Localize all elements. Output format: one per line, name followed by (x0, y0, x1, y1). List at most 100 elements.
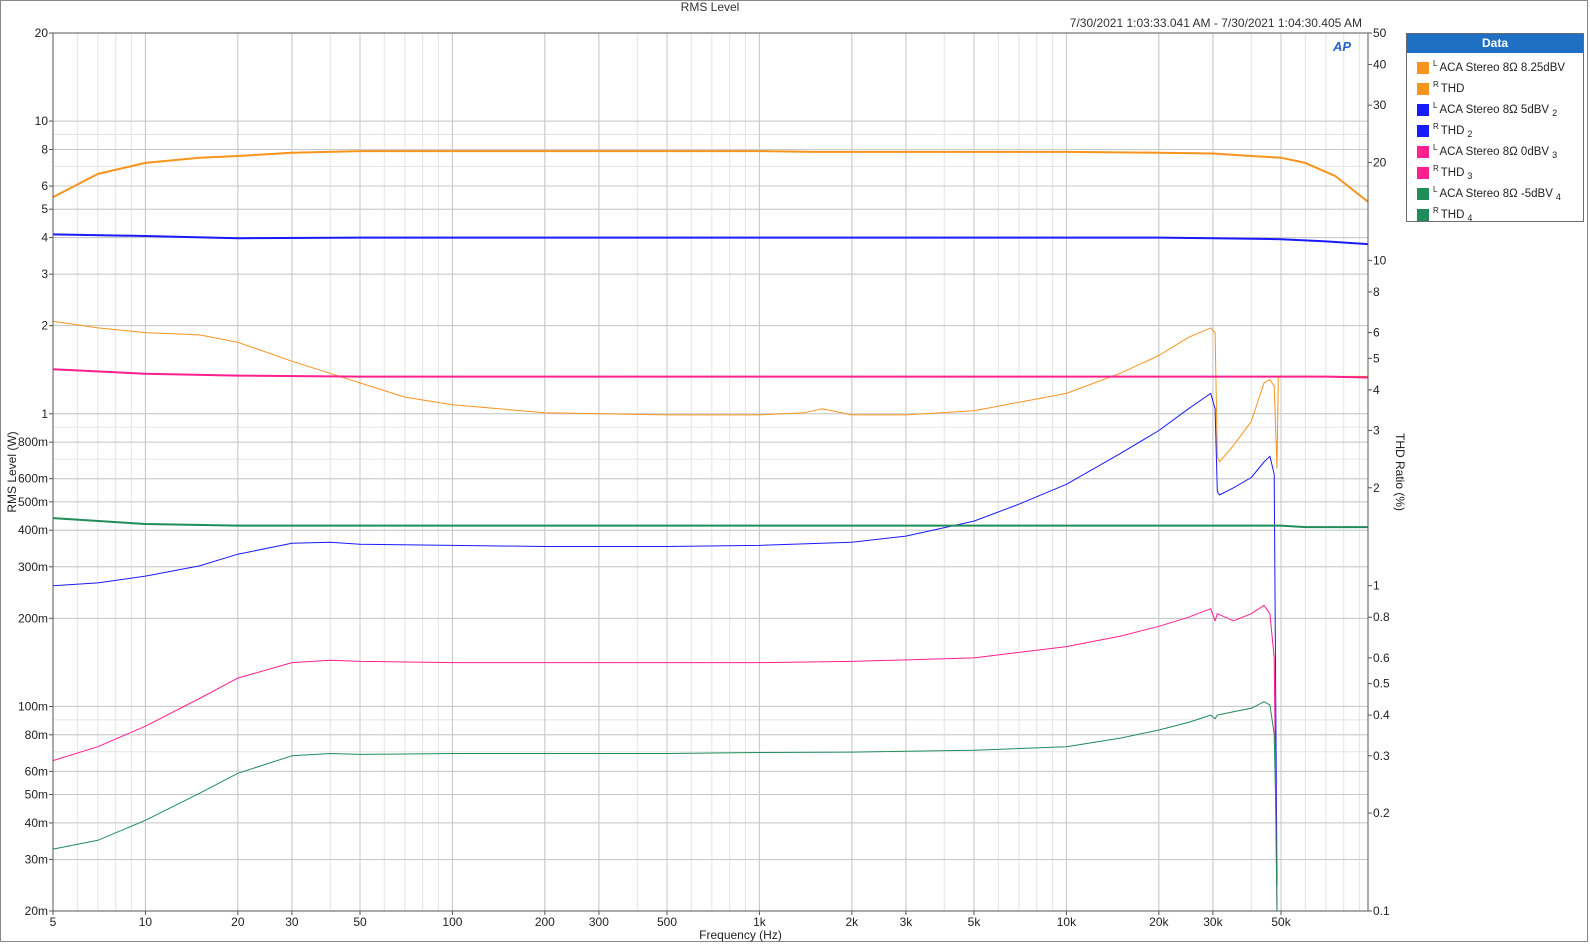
legend-title: Data (1407, 34, 1583, 53)
y-tick-label: 5 (41, 202, 48, 216)
legend-item: R THD 2 (1407, 116, 1583, 139)
y-tick-label: 20m (25, 904, 48, 918)
x-tick-label: 10 (139, 915, 153, 929)
y2-tick-label: 0.3 (1373, 749, 1390, 763)
legend-label: ACA Stereo 8Ω 8.25dBV (1439, 61, 1566, 74)
y-tick-label: 20 (35, 26, 49, 40)
y-tick-label: 100m (18, 699, 48, 713)
legend: Data L ACA Stereo 8Ω 8.25dBV R THD L ACA Ster… (1406, 33, 1584, 224)
legend-swatch (1417, 145, 1429, 158)
legend-swatch (1417, 61, 1429, 74)
legend-swatch (1417, 208, 1429, 221)
y2-tick-label: 50 (1373, 26, 1387, 40)
x-tick-label: 3k (900, 915, 914, 929)
x-tick-label: 30k (1203, 915, 1223, 929)
y2-tick-label: 5 (1373, 351, 1380, 365)
legend-channel: R (1433, 206, 1439, 215)
x-tick-label: 50k (1271, 915, 1291, 929)
y2-tick-label: 3 (1373, 423, 1380, 437)
x-tick-label: 300 (589, 915, 609, 929)
rms-level-chart: 5 10 20 30 50 100 200 300 500 1k 2k 3k 5k 10k 20k 30k 50… (5, 26, 1407, 942)
y-tick-label: 500m (18, 495, 48, 509)
legend-swatch (1417, 124, 1429, 137)
legend-label: ACA Stereo 8Ω 0dBV (1439, 145, 1550, 158)
x-tick-label: 100 (442, 915, 462, 929)
y2-tick-label: 0.1 (1373, 904, 1390, 918)
legend-channel: R (1433, 80, 1439, 89)
y-tick-label: 400m (18, 523, 48, 537)
y2-tick-label: 4 (1373, 383, 1380, 397)
y2-tick-label: 6 (1373, 326, 1380, 340)
y-tick-label: 1 (41, 407, 48, 421)
y2-tick-label: 0.6 (1373, 651, 1390, 665)
legend-suffix: 4 (1467, 213, 1473, 224)
legend-channel: L (1433, 101, 1438, 110)
legend-label: THD (1440, 82, 1465, 95)
x-tick-label: 1k (753, 915, 767, 929)
x-tick-label: 5 (50, 915, 57, 929)
plot-area (53, 33, 1368, 911)
x-axis-label: Frequency (Hz) (699, 928, 782, 942)
x-tick-label: 5k (968, 915, 982, 929)
legend-label: ACA Stereo 8Ω 5dBV (1439, 103, 1550, 116)
legend-swatch (1417, 187, 1429, 200)
y-tick-label: 10 (35, 114, 49, 128)
x-tick-label: 30 (285, 915, 299, 929)
y2-tick-label: 30 (1373, 98, 1387, 112)
legend-label: ACA Stereo 8Ω -5dBV (1439, 187, 1553, 200)
legend-item: L ACA Stereo 8Ω 8.25dBV (1407, 53, 1583, 74)
y2-tick-label: 0.2 (1373, 806, 1390, 820)
y2-tick-label: 0.8 (1373, 610, 1390, 624)
y-tick-label: 80m (25, 728, 48, 742)
y2-axis-label: THD Ratio (%) (1393, 433, 1407, 511)
y2-tick-label: 10 (1373, 253, 1387, 267)
legend-item: R THD 4 (1407, 200, 1583, 224)
legend-channel: R (1433, 122, 1439, 131)
legend-item: L ACA Stereo 8Ω 0dBV 3 (1407, 137, 1583, 160)
x-tick-label: 10k (1057, 915, 1077, 929)
legend-swatch (1417, 103, 1429, 116)
y2-tick-label: 40 (1373, 58, 1387, 72)
y-tick-label: 600m (18, 472, 48, 486)
legend-item: L ACA Stereo 8Ω 5dBV 2 (1407, 95, 1583, 118)
y-axis-label: RMS Level (W) (5, 431, 19, 512)
y2-tick-label: 0.5 (1373, 677, 1390, 691)
legend-channel: L (1433, 143, 1438, 152)
y-tick-label: 300m (18, 560, 48, 574)
x-tick-label: 20 (231, 915, 245, 929)
x-tick-label: 20k (1149, 915, 1169, 929)
y-tick-label: 60m (25, 764, 48, 778)
legend-channel: L (1433, 59, 1438, 68)
legend-item: R THD (1407, 74, 1583, 95)
y-tick-label: 2 (41, 319, 48, 333)
legend-channel: L (1433, 185, 1438, 194)
legend-item: R THD 3 (1407, 158, 1583, 181)
legend-item: L ACA Stereo 8Ω -5dBV 4 (1407, 179, 1583, 202)
y-tick-label: 3 (41, 267, 48, 281)
y-tick-label: 50m (25, 788, 48, 802)
ap-logo: AP (1333, 39, 1352, 54)
legend-items: L ACA Stereo 8Ω 8.25dBV R THD L ACA Stereo 8Ω… (1407, 53, 1583, 224)
x-tick-label: 2k (846, 915, 860, 929)
legend-channel: R (1433, 164, 1439, 173)
y-tick-label: 40m (25, 816, 48, 830)
y-tick-label: 30m (25, 852, 48, 866)
legend-label: THD (1440, 166, 1465, 179)
y2-tick-label: 8 (1373, 285, 1380, 299)
legend-swatch (1417, 166, 1429, 179)
x-tick-label: 200 (535, 915, 555, 929)
y2-tick-label: 20 (1373, 155, 1387, 169)
legend-label: THD (1440, 124, 1465, 137)
y-tick-label: 200m (18, 611, 48, 625)
x-tick-label: 50 (353, 915, 367, 929)
legend-label: THD (1440, 208, 1465, 221)
y2-tick-label: 2 (1373, 481, 1380, 495)
y-tick-label: 4 (41, 231, 48, 245)
legend-swatch (1417, 82, 1429, 95)
y-tick-label: 8 (41, 142, 48, 156)
y2-tick-label: 0.4 (1373, 708, 1390, 722)
y-tick-label: 6 (41, 179, 48, 193)
y-tick-label: 800m (18, 435, 48, 449)
x-tick-label: 500 (657, 915, 677, 929)
y2-tick-label: 1 (1373, 579, 1380, 593)
